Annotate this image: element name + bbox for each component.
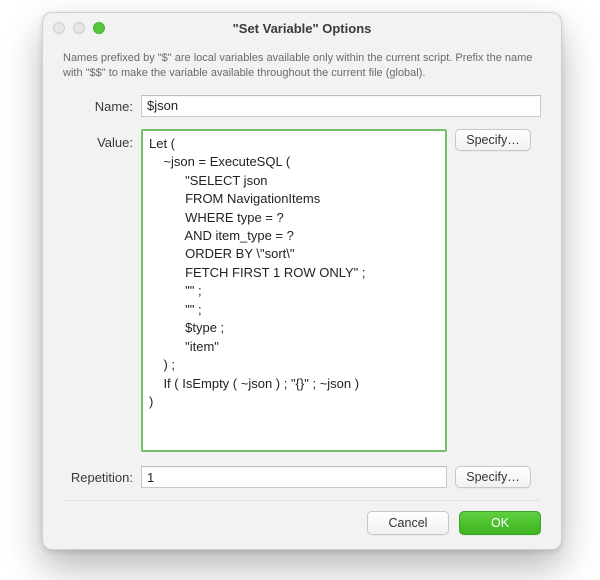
dialog-content: Names prefixed by "$" are local variable… [43, 43, 561, 549]
cancel-button[interactable]: Cancel [367, 511, 449, 535]
value-row: Value: Let ( ~json = ExecuteSQL ( "SELEC… [63, 129, 541, 452]
traffic-lights [53, 22, 105, 34]
name-row: Name: [63, 95, 541, 117]
dialog-footer: Cancel OK [63, 500, 541, 535]
repetition-label: Repetition: [63, 466, 141, 485]
titlebar: "Set Variable" Options [43, 13, 561, 43]
name-label: Name: [63, 95, 141, 114]
name-input[interactable] [141, 95, 541, 117]
repetition-specify-button[interactable]: Specify… [455, 466, 531, 488]
window-title: "Set Variable" Options [43, 21, 561, 36]
zoom-icon[interactable] [93, 22, 105, 34]
dialog-window: "Set Variable" Options Names prefixed by… [42, 12, 562, 550]
ok-button[interactable]: OK [459, 511, 541, 535]
close-icon[interactable] [53, 22, 65, 34]
value-label: Value: [63, 129, 141, 150]
value-textarea[interactable]: Let ( ~json = ExecuteSQL ( "SELECT json … [141, 129, 447, 452]
minimize-icon[interactable] [73, 22, 85, 34]
repetition-row: Repetition: Specify… [63, 466, 541, 488]
description-text: Names prefixed by "$" are local variable… [63, 51, 541, 81]
repetition-input[interactable] [141, 466, 447, 488]
value-specify-button[interactable]: Specify… [455, 129, 531, 151]
